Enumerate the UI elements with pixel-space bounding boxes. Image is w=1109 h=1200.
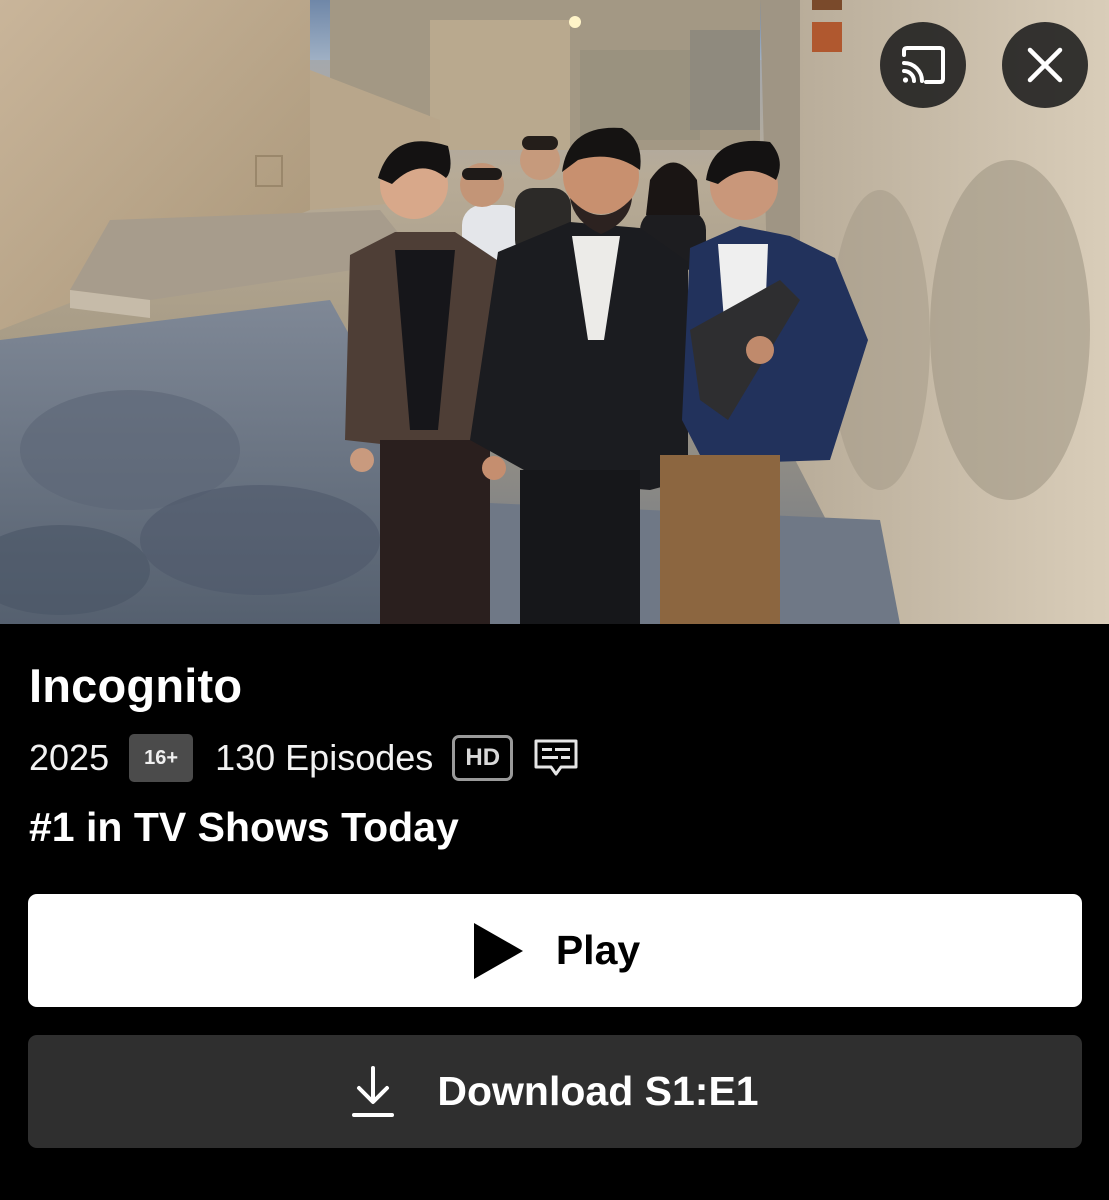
download-episode-button[interactable]: Download S1:E1 [28, 1035, 1082, 1148]
metadata-row: 2025 16+ 130 Episodes HD [29, 733, 579, 783]
top-ten-rank: #1 in TV Shows Today [29, 804, 459, 850]
subtitles-icon [533, 737, 579, 779]
maturity-rating-badge: 16+ [129, 734, 194, 782]
episode-count: 130 Episodes [215, 737, 434, 778]
release-year: 2025 [29, 737, 110, 778]
cast-button[interactable] [880, 22, 966, 108]
close-button[interactable] [1002, 22, 1088, 108]
play-button[interactable]: Play [28, 894, 1082, 1007]
show-title: Incognito [29, 659, 243, 712]
cast-icon [902, 46, 945, 84]
close-icon [1027, 47, 1063, 83]
download-button-label: Download S1:E1 [437, 1068, 759, 1114]
hd-badge: HD [452, 735, 514, 781]
play-icon [473, 922, 523, 979]
title-detail-screen: Incognito 2025 16+ 130 Episodes HD #1 in… [0, 0, 1109, 1200]
download-icon [352, 1065, 395, 1117]
play-button-label: Play [555, 927, 641, 973]
hero-image [0, 0, 1109, 624]
